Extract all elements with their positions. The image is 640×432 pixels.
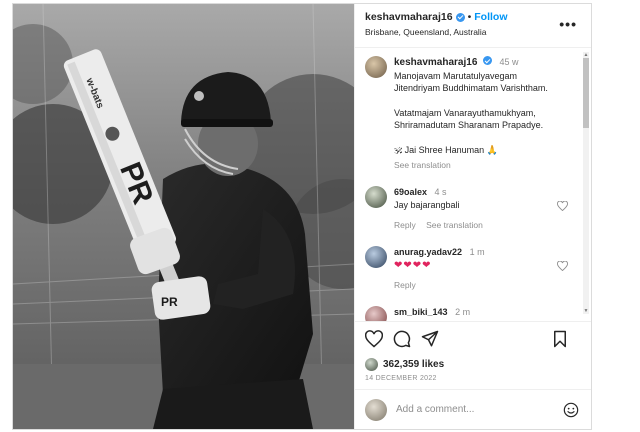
caption-time: 45 w xyxy=(499,57,519,67)
scrollbar-thumb[interactable] xyxy=(583,58,589,128)
comment-time: 4 s xyxy=(434,186,447,197)
post-actions-bar xyxy=(355,321,591,355)
caption-jai-line: 🕉 Jai Shree Hanuman 🙏 xyxy=(394,144,498,155)
caption-avatar[interactable] xyxy=(365,56,387,78)
add-comment-input[interactable] xyxy=(396,404,546,415)
post-photo[interactable]: w-bats PR PR xyxy=(13,4,354,429)
comment-username[interactable]: sm_biki_143 xyxy=(394,307,448,317)
like-heart-icon[interactable] xyxy=(365,329,383,348)
cricketer-photo: w-bats PR PR xyxy=(13,4,354,429)
caption-line: Shriramadutam Sharanam Prapadye. xyxy=(394,120,544,130)
save-bookmark-icon[interactable] xyxy=(551,330,569,348)
caption-line: Jitendriyam Buddhimatam Varishtham. xyxy=(394,83,548,93)
add-comment-bar xyxy=(355,389,591,429)
comment-time: 2 m xyxy=(455,306,471,317)
comment-text: Jay bajarangbali xyxy=(394,199,460,210)
see-translation-link[interactable]: See translation xyxy=(394,159,451,172)
comment-username[interactable]: 69oalex xyxy=(394,187,427,197)
like-comment-heart-icon[interactable] xyxy=(557,200,568,211)
verified-badge-icon xyxy=(455,12,465,22)
separator-dot: • xyxy=(467,11,472,23)
comment-avatar[interactable] xyxy=(365,305,387,321)
caption-line: Manojavam Marutatulyavegam xyxy=(394,70,518,81)
reply-button[interactable]: Reply xyxy=(394,280,416,290)
comment-item: anurag.yadav22 1 m ❤❤❤❤ Reply xyxy=(365,245,591,292)
post-sidebar: keshavmaharaj16 • Follow Brisbane, Queen… xyxy=(354,4,591,429)
reply-button[interactable]: Reply xyxy=(394,220,416,230)
follow-button[interactable]: Follow xyxy=(474,11,507,23)
liker-avatar[interactable] xyxy=(365,357,378,371)
caption: keshavmaharaj16 45 w Manojavam Marutatul… xyxy=(365,56,591,172)
instagram-post: w-bats PR PR keshavmaharaj16 • Follow Br… xyxy=(12,3,592,430)
like-comment-heart-icon[interactable] xyxy=(557,260,568,271)
comment-item: sm_biki_143 2 m xyxy=(365,305,591,321)
post-header: keshavmaharaj16 • Follow Brisbane, Queen… xyxy=(355,4,591,48)
verified-badge-icon xyxy=(482,56,492,65)
see-translation-link[interactable]: See translation xyxy=(426,220,483,230)
comment-item: 69oalex 4 s Jay bajarangbali Reply See t… xyxy=(365,185,591,232)
emoji-smiley-icon[interactable] xyxy=(563,402,579,418)
share-send-icon[interactable] xyxy=(421,330,439,348)
current-user-avatar xyxy=(365,398,387,421)
comment-time: 1 m xyxy=(469,246,485,257)
post-date[interactable]: 14 DECEMBER 2022 xyxy=(355,373,591,389)
header-username[interactable]: keshavmaharaj16 xyxy=(365,11,453,23)
comment-bubble-icon[interactable] xyxy=(393,330,411,348)
comment-username[interactable]: anurag.yadav22 xyxy=(394,247,462,257)
likes-row: 362,359 likes xyxy=(355,355,591,373)
location-link[interactable]: Brisbane, Queensland, Australia xyxy=(365,27,581,37)
comment-text: ❤❤❤❤ xyxy=(394,259,432,271)
comments-section[interactable]: ▲ ▼ keshavmaharaj16 45 w Manojavam Marut… xyxy=(355,48,591,321)
comment-avatar[interactable] xyxy=(365,245,387,268)
likes-count[interactable]: 362,359 likes xyxy=(383,359,444,370)
comment-avatar[interactable] xyxy=(365,185,387,208)
caption-line: Vatatmajam Vanarayuthamukhyam, xyxy=(394,107,536,118)
glove-logo-text: PR xyxy=(161,295,178,309)
more-options-icon[interactable]: ••• xyxy=(559,16,577,32)
caption-username[interactable]: keshavmaharaj16 xyxy=(394,57,477,68)
